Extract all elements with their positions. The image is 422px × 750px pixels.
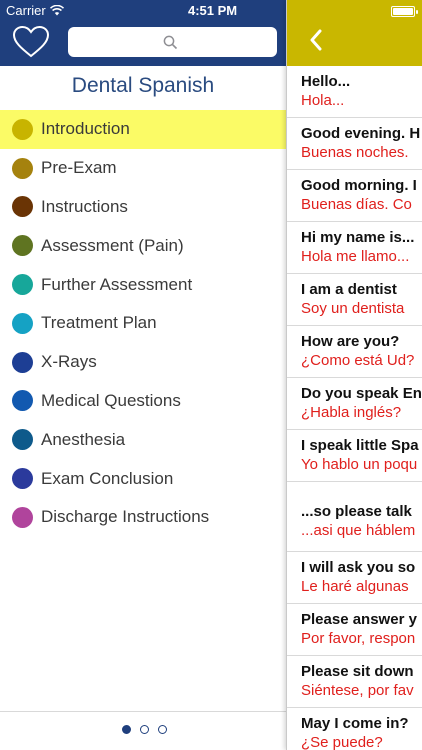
phrase-row[interactable]: Good evening. H Buenas noches. — [287, 118, 422, 170]
status-time: 4:51 PM — [188, 3, 238, 18]
heart-icon[interactable] — [12, 25, 50, 59]
phrase-english: Please answer y — [301, 611, 417, 628]
battery-icon — [391, 6, 418, 17]
menu-item[interactable]: Assessment (Pain) — [0, 226, 286, 265]
phrase-spanish: ¿Se puede? — [301, 734, 383, 750]
phrase-row[interactable]: Please answer y Por favor, respon — [287, 604, 422, 656]
menu-item-label: Pre-Exam — [41, 158, 117, 178]
category-color-dot — [12, 429, 33, 451]
category-color-dot — [12, 157, 33, 179]
status-carrier: Carrier — [6, 3, 64, 18]
phrase-english: Hi my name is... — [301, 229, 415, 246]
menu-item[interactable]: Treatment Plan — [0, 304, 286, 343]
phrase-spanish: Hola... — [301, 92, 345, 109]
category-color-dot — [12, 351, 33, 373]
menu-item[interactable]: Anesthesia — [0, 420, 286, 459]
phrase-english: How are you? — [301, 333, 400, 350]
page-dot[interactable] — [122, 725, 131, 734]
phrase-row[interactable]: I will ask you so Le haré algunas — [287, 552, 422, 604]
phrase-spanish: Hola me llamo... — [301, 248, 410, 265]
menu-item[interactable]: Introduction — [0, 110, 286, 149]
phrase-english: ...so please talk — [301, 503, 412, 520]
menu-item[interactable]: Further Assessment — [0, 265, 286, 304]
phrase-english: Hello... — [301, 73, 351, 90]
phrase-english: Good evening. H — [301, 125, 421, 142]
phrase-spanish: Soy un dentista — [301, 300, 405, 317]
category-color-dot — [12, 390, 33, 412]
phrase-spanish: Siéntese, por fav — [301, 682, 414, 699]
phrase-spanish: Le haré algunas — [301, 578, 409, 595]
category-list: Introduction Pre-Exam Instructions Assessme… — [0, 110, 286, 537]
menu-item-label: Exam Conclusion — [41, 468, 174, 488]
phrase-english: I speak little Spa — [301, 437, 419, 454]
phrase-row[interactable]: I am a dentist Soy un dentista — [287, 274, 422, 326]
page-title: Dental Spanish — [71, 74, 215, 97]
menu-item[interactable]: Medical Questions — [0, 382, 286, 421]
phrase-row[interactable]: Good morning. I Buenas días. Co — [287, 170, 422, 222]
search-input[interactable] — [68, 27, 277, 57]
phrase-row[interactable]: Please sit down Siéntese, por fav — [287, 656, 422, 708]
menu-panel: Carrier 4:51 PM Dental Spanish Introduct… — [0, 0, 286, 750]
page-indicator[interactable] — [122, 725, 167, 734]
phrase-row[interactable]: ...so please talk ...asi que háblem — [287, 482, 422, 552]
right-navigation-bar — [287, 0, 422, 66]
menu-item-label: Further Assessment — [41, 274, 193, 294]
menu-item[interactable]: X-Rays — [0, 343, 286, 382]
phrase-row[interactable]: Hi my name is... Hola me llamo... — [287, 222, 422, 274]
phrase-english: Good morning. I — [301, 177, 417, 194]
menu-item-label: Introduction — [41, 119, 130, 139]
phrase-list: Hello... Hola... Good evening. H Buenas noc… — [287, 66, 422, 750]
page-dot[interactable] — [140, 725, 149, 734]
phrase-row[interactable]: May I come in? ¿Se puede? — [287, 708, 422, 750]
menu-item[interactable]: Pre-Exam — [0, 149, 286, 188]
menu-item-label: Assessment (Pain) — [41, 235, 184, 255]
phrase-spanish: Por favor, respon — [301, 630, 416, 647]
menu-item-label: Medical Questions — [41, 390, 181, 410]
phrase-row[interactable]: Hello... Hola... — [287, 66, 422, 118]
category-color-dot — [12, 274, 33, 296]
category-color-dot — [12, 312, 33, 334]
phrase-spanish: Buenas días. Co — [301, 196, 412, 213]
phrase-english: May I come in? — [301, 715, 409, 732]
menu-item-label: Instructions — [41, 196, 128, 216]
category-color-dot — [12, 235, 33, 257]
search-icon — [163, 35, 178, 50]
chevron-left-icon[interactable] — [309, 29, 323, 51]
category-color-dot — [12, 506, 33, 528]
phrase-spanish: ¿Como está Ud? — [301, 352, 415, 369]
page-dot[interactable] — [158, 725, 167, 734]
phrase-spanish: ¿Habla inglés? — [301, 404, 402, 421]
category-color-dot — [12, 468, 33, 490]
wifi-icon — [49, 5, 64, 16]
category-color-dot — [12, 196, 33, 218]
menu-item-label: X-Rays — [41, 352, 97, 372]
phrase-spanish: Yo hablo un poqu — [301, 456, 418, 473]
left-navigation-bar: Carrier 4:51 PM — [0, 0, 286, 66]
menu-item-label: Anesthesia — [41, 429, 126, 449]
phrase-english: Please sit down — [301, 663, 414, 680]
phrase-spanish: Buenas noches. — [301, 144, 409, 161]
divider — [0, 711, 286, 712]
phrase-panel: Hello... Hola... Good evening. H Buenas noc… — [286, 0, 422, 750]
phrase-english: I am a dentist — [301, 281, 397, 298]
menu-item-label: Discharge Instructions — [41, 507, 210, 527]
category-color-dot — [12, 118, 33, 140]
phrase-row[interactable]: Do you speak En ¿Habla inglés? — [287, 378, 422, 430]
menu-item[interactable]: Discharge Instructions — [0, 498, 286, 537]
phrase-row[interactable]: I speak little Spa Yo hablo un poqu — [287, 430, 422, 482]
phrase-english: I will ask you so — [301, 559, 416, 576]
phrase-spanish: ...asi que háblem — [301, 522, 416, 539]
menu-item[interactable]: Instructions — [0, 188, 286, 227]
menu-item[interactable]: Exam Conclusion — [0, 459, 286, 498]
menu-item-label: Treatment Plan — [41, 313, 157, 333]
phrase-row[interactable]: How are you? ¿Como está Ud? — [287, 326, 422, 378]
phrase-english: Do you speak En — [301, 385, 422, 402]
